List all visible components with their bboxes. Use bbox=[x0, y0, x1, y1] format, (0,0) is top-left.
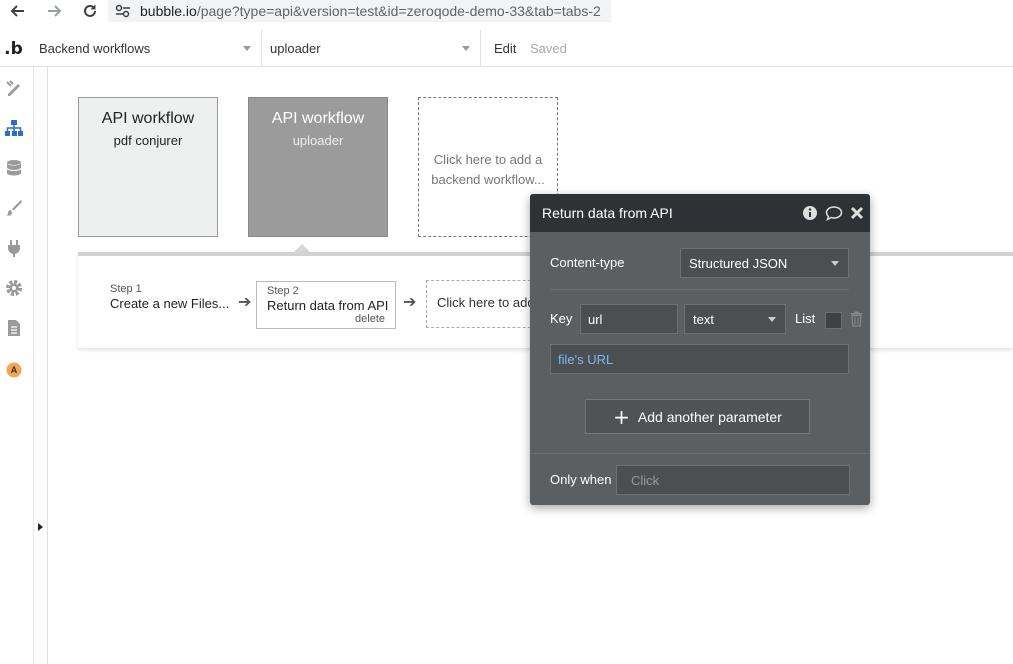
arrow-left-icon bbox=[10, 5, 24, 17]
section-dropdown[interactable]: Backend workflows bbox=[31, 30, 262, 67]
trash-icon bbox=[851, 311, 862, 327]
saved-status: Saved bbox=[530, 41, 567, 56]
bubble-logo[interactable]: .b bbox=[0, 30, 27, 67]
arrow-right-icon bbox=[48, 5, 62, 17]
expand-triangle-icon[interactable] bbox=[38, 523, 43, 531]
workflow-card-pdf-conjurer[interactable]: API workflow pdf conjurer bbox=[78, 97, 218, 237]
step-label: Return data from API bbox=[267, 298, 389, 313]
divider bbox=[530, 453, 870, 454]
reload-icon bbox=[84, 4, 96, 17]
sidebar-item-styles[interactable] bbox=[3, 197, 25, 219]
forward-button[interactable] bbox=[36, 0, 72, 22]
step-1[interactable]: Step 1 Create a new Files... bbox=[110, 283, 229, 311]
workflow-card-title: API workflow bbox=[271, 110, 365, 127]
url-path: /page?type=api&version=test&id=zeroqode-… bbox=[196, 3, 601, 19]
content-type-select[interactable]: Structured JSON bbox=[680, 248, 849, 278]
add-step-placeholder[interactable]: Click here to add bbox=[426, 280, 546, 328]
workflow-card-name: pdf conjurer bbox=[113, 133, 183, 148]
only-when-label: Only when bbox=[550, 472, 612, 487]
chevron-down-icon bbox=[831, 261, 839, 266]
sidebar-item-data[interactable] bbox=[3, 157, 25, 179]
sidebar-item-account[interactable]: A bbox=[3, 359, 25, 381]
type-value: text bbox=[693, 311, 714, 327]
database-icon bbox=[6, 160, 22, 176]
divider bbox=[550, 289, 849, 290]
step-number: Step 1 bbox=[110, 283, 142, 295]
header-icons bbox=[802, 205, 864, 221]
sidebar-item-design[interactable] bbox=[3, 77, 25, 99]
key-value: url bbox=[588, 311, 603, 327]
document-icon bbox=[8, 320, 20, 336]
sidebar-collapse-strip bbox=[34, 67, 48, 664]
avatar-letter: A bbox=[10, 365, 18, 375]
address-bar[interactable]: bubble.io/page?type=api&version=test&id=… bbox=[108, 0, 611, 22]
parameter-expression[interactable]: file's URL bbox=[550, 344, 849, 374]
workflow-dropdown-label: uploader bbox=[270, 41, 321, 56]
only-when-placeholder: Click bbox=[631, 472, 660, 488]
key-label: Key bbox=[550, 311, 573, 326]
plug-icon bbox=[8, 240, 20, 257]
add-parameter-button[interactable]: + Add another parameter bbox=[585, 399, 810, 434]
close-icon[interactable] bbox=[850, 206, 864, 220]
workflow-card-name: uploader bbox=[292, 133, 344, 148]
sidebar-item-settings[interactable] bbox=[3, 277, 25, 299]
add-workflow-line1: Click here to add a bbox=[433, 152, 543, 167]
only-when-input[interactable]: Click bbox=[616, 465, 850, 495]
step-number: Step 2 bbox=[267, 285, 299, 297]
workflow-card-title: API workflow bbox=[101, 110, 195, 127]
type-select[interactable]: text bbox=[684, 304, 786, 334]
section-dropdown-label: Backend workflows bbox=[39, 41, 151, 56]
list-checkbox[interactable] bbox=[825, 312, 842, 329]
property-editor-header[interactable]: Return data from API bbox=[530, 194, 870, 232]
reload-button[interactable] bbox=[72, 0, 108, 22]
add-workflow-line2: backend workflow... bbox=[431, 172, 545, 187]
sidebar-item-plugins[interactable] bbox=[3, 237, 25, 259]
sidebar-item-logs[interactable] bbox=[3, 317, 25, 339]
expression-text: file's URL bbox=[558, 351, 614, 367]
workflow-icon bbox=[5, 120, 23, 136]
list-label: List bbox=[795, 311, 816, 326]
delete-parameter-button[interactable] bbox=[850, 311, 863, 330]
plus-icon: + bbox=[613, 404, 630, 429]
chevron-down-icon bbox=[462, 46, 470, 51]
gear-icon bbox=[6, 280, 22, 296]
sidebar-item-workflow[interactable] bbox=[3, 117, 25, 139]
brush-icon bbox=[6, 200, 22, 216]
url-host: bubble.io bbox=[140, 3, 197, 19]
content-type-value: Structured JSON bbox=[689, 255, 788, 271]
left-sidebar: A bbox=[0, 67, 34, 664]
chevron-down-icon bbox=[768, 317, 776, 322]
back-button[interactable] bbox=[0, 0, 36, 22]
property-editor: Return data from API Content-type Struct… bbox=[530, 194, 870, 505]
edit-menu[interactable]: Edit bbox=[494, 41, 516, 56]
delete-step-button[interactable]: delete bbox=[355, 313, 385, 325]
info-icon[interactable] bbox=[802, 205, 818, 221]
chevron-down-icon bbox=[243, 46, 251, 51]
arrow-right-icon: ➔ bbox=[238, 292, 252, 311]
site-settings-icon[interactable] bbox=[114, 3, 132, 19]
url-text: bubble.io/page?type=api&version=test&id=… bbox=[140, 3, 601, 19]
property-editor-title: Return data from API bbox=[542, 205, 673, 221]
workflow-dropdown[interactable]: uploader bbox=[262, 30, 481, 67]
step-2[interactable]: Step 2 Return data from API delete bbox=[256, 281, 396, 329]
workflow-card-uploader[interactable]: API workflow uploader bbox=[248, 97, 388, 237]
step-label: Create a new Files... bbox=[110, 296, 230, 311]
arrow-right-icon: ➔ bbox=[403, 292, 417, 311]
design-icon bbox=[6, 80, 20, 96]
add-parameter-label: Add another parameter bbox=[637, 408, 782, 425]
content-type-label: Content-type bbox=[550, 255, 625, 270]
comment-icon[interactable] bbox=[825, 205, 843, 221]
browser-toolbar: bubble.io/page?type=api&version=test&id=… bbox=[0, 0, 1013, 22]
editor-top-bar: .b Backend workflows uploader Edit Saved bbox=[0, 30, 1013, 67]
key-input[interactable]: url bbox=[580, 304, 678, 334]
